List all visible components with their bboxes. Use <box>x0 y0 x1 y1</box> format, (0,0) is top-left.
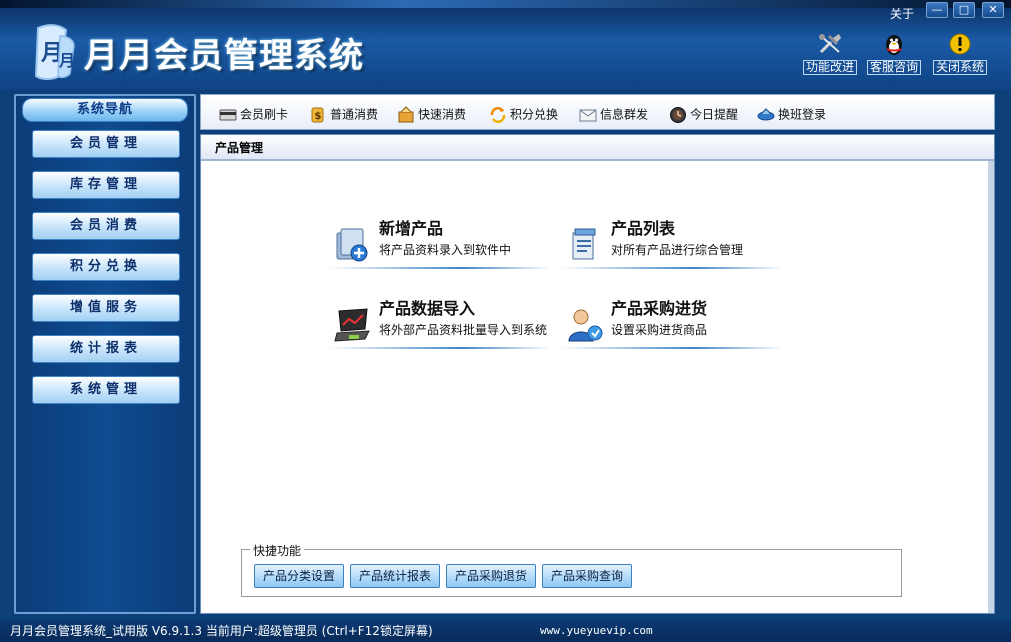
toolbar-fast-consume-label: 快速消费 <box>418 107 467 122</box>
mail-icon <box>579 109 597 121</box>
panel-scrollbar[interactable] <box>988 161 994 613</box>
sidebar-item-member-consumption[interactable]: 会员消费 <box>32 212 180 240</box>
svg-text:月: 月 <box>58 51 75 70</box>
feature-product-purchase[interactable]: 产品采购进货 设置采购进货商品 <box>561 291 783 349</box>
feature-add-product-desc: 将产品资料录入到软件中 <box>379 243 512 257</box>
clock-icon <box>670 106 686 123</box>
customer-service-button[interactable]: 客服咨询 <box>864 32 924 78</box>
toolbar-mass-message-label: 信息群发 <box>600 107 649 122</box>
tools-icon <box>819 34 841 54</box>
product-purchase-query-button[interactable]: 产品采购查询 <box>542 564 632 588</box>
sidebar-item-member-management[interactable]: 会员管理 <box>32 130 180 158</box>
toolbar-fast-consume[interactable]: 快速消费 <box>397 104 466 124</box>
feature-product-data-import[interactable]: 产品数据导入 将外部产品资料批量导入到系统 <box>329 291 551 349</box>
product-statistics-report-button[interactable]: 产品统计报表 <box>350 564 440 588</box>
warning-icon <box>949 33 971 55</box>
purchase-icon <box>568 309 603 342</box>
quick-toolbar: 会员刷卡 $ 普通消费 快速消费 积分兑换 信息群发 今日提醒 换班登录 <box>200 94 995 130</box>
quick-functions-group: 快捷功能 产品分类设置 产品统计报表 产品采购退货 产品采购查询 <box>241 542 902 597</box>
feature-product-data-import-desc: 将外部产品资料批量导入到系统 <box>379 323 548 337</box>
shift-login-icon <box>757 107 775 120</box>
feature-product-purchase-desc: 设置采购进货商品 <box>611 323 708 337</box>
toolbar-today-reminder-label: 今日提醒 <box>690 107 739 122</box>
fast-consume-icon <box>398 105 414 122</box>
status-text: 月月会员管理系统_试用版 V6.9.1.3 当前用户:超级管理员 (Ctrl+F… <box>10 624 433 638</box>
svg-text:$: $ <box>315 111 322 122</box>
feature-add-product-title: 新增产品 <box>379 219 444 238</box>
sidebar-item-value-added-services[interactable]: 增值服务 <box>32 294 180 322</box>
toolbar-shift-login[interactable]: 换班登录 <box>757 104 826 124</box>
toolbar-mass-message[interactable]: 信息群发 <box>579 104 648 124</box>
panel-title: 产品管理 <box>201 135 994 161</box>
sidebar-item-points-exchange[interactable]: 积分兑换 <box>32 253 180 281</box>
feature-divider <box>329 267 551 269</box>
quick-functions-legend: 快捷功能 <box>250 542 305 559</box>
card-swipe-icon <box>219 109 237 120</box>
maximize-button[interactable]: □ <box>953 2 975 18</box>
feature-divider <box>561 267 783 269</box>
toolbar-member-swipe-label: 会员刷卡 <box>240 107 289 122</box>
minimize-button[interactable]: — <box>926 2 948 18</box>
feature-divider <box>329 347 551 349</box>
close-window-button[interactable]: ✕ <box>982 2 1004 18</box>
add-product-icon <box>336 228 368 262</box>
toolbar-normal-consume-label: 普通消费 <box>330 107 379 122</box>
sidebar-item-statistics-reports[interactable]: 统计报表 <box>32 335 180 363</box>
product-purchase-return-button[interactable]: 产品采购退货 <box>446 564 536 588</box>
status-website[interactable]: www.yueyuevip.com <box>540 620 653 642</box>
close-system-button[interactable]: 关闭系统 <box>930 32 990 78</box>
feature-add-product[interactable]: 新增产品 将产品资料录入到软件中 <box>329 211 551 269</box>
sidebar-item-system-management[interactable]: 系统管理 <box>32 376 180 404</box>
product-management-panel: 产品管理 新增产品 将产品资料录入到软件中 产品列表 对所有产品进行综合管理 产… <box>200 134 995 614</box>
sidebar-navigation: 系统导航 会员管理 库存管理 会员消费 积分兑换 增值服务 统计报表 系统管理 <box>14 94 196 614</box>
feature-product-list[interactable]: 产品列表 对所有产品进行综合管理 <box>561 211 783 269</box>
toolbar-normal-consume[interactable]: $ 普通消费 <box>309 104 378 124</box>
app-title: 月月会员管理系统 <box>84 36 364 76</box>
laptop-import-icon <box>334 308 370 342</box>
feature-improve-label: 功能改进 <box>802 60 857 75</box>
title-bar: 月 月 月月会员管理系统 关于 — □ ✕ 功能改进 客服咨询 关闭系统 <box>0 0 1011 90</box>
feature-divider <box>561 347 783 349</box>
feature-product-purchase-title: 产品采购进货 <box>611 299 708 318</box>
about-link[interactable]: 关于 <box>890 5 914 22</box>
qq-penguin-icon <box>886 35 902 55</box>
toolbar-points-exchange-label: 积分兑换 <box>510 107 559 122</box>
toolbar-member-swipe[interactable]: 会员刷卡 <box>219 104 288 124</box>
feature-product-data-import-title: 产品数据导入 <box>379 299 476 318</box>
feature-product-list-title: 产品列表 <box>611 219 676 238</box>
product-category-settings-button[interactable]: 产品分类设置 <box>254 564 344 588</box>
status-bar: 月月会员管理系统_试用版 V6.9.1.3 当前用户:超级管理员 (Ctrl+F… <box>0 620 1011 642</box>
toolbar-points-exchange[interactable]: 积分兑换 <box>489 104 558 124</box>
toolbar-shift-login-label: 换班登录 <box>778 107 827 122</box>
close-system-label: 关闭系统 <box>932 60 987 75</box>
customer-service-label: 客服咨询 <box>866 60 921 75</box>
app-logo-icon: 月 月 <box>34 24 75 80</box>
sidebar-item-inventory-management[interactable]: 库存管理 <box>32 171 180 199</box>
product-list-icon <box>572 228 596 260</box>
title-bar-shine <box>0 0 1011 8</box>
toolbar-today-reminder[interactable]: 今日提醒 <box>669 104 738 124</box>
feature-product-list-desc: 对所有产品进行综合管理 <box>611 243 744 257</box>
sidebar-header: 系统导航 <box>22 98 188 122</box>
feature-improve-button[interactable]: 功能改进 <box>800 32 860 78</box>
exchange-icon <box>490 106 506 123</box>
money-icon: $ <box>311 107 324 122</box>
